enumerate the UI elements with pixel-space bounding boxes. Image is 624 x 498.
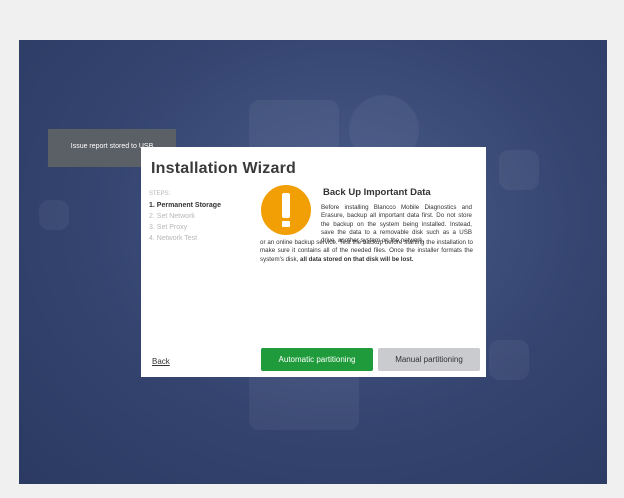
back-link[interactable]: Back bbox=[152, 357, 170, 366]
manual-partitioning-button[interactable]: Manual partitioning bbox=[378, 348, 480, 371]
wizard-title: Installation Wizard bbox=[151, 160, 297, 177]
automatic-partitioning-button[interactable]: Automatic partitioning bbox=[261, 348, 373, 371]
steps-heading: STEPS: bbox=[149, 191, 171, 197]
step-item-set-network: 2. Set Network bbox=[149, 213, 195, 220]
step-item-permanent-storage: 1. Permanent Storage bbox=[149, 202, 221, 209]
data-loss-warning: all data stored on that disk will be los… bbox=[300, 255, 414, 263]
section-heading: Back Up Important Data bbox=[323, 187, 431, 198]
warning-exclamation-icon bbox=[261, 185, 311, 235]
background-decoration bbox=[249, 370, 359, 430]
background-decoration bbox=[489, 340, 529, 380]
backup-instructions-bottom: or an online backup service. Test the ba… bbox=[260, 239, 473, 264]
background-decoration bbox=[499, 150, 539, 190]
step-item-set-proxy: 3. Set Proxy bbox=[149, 224, 188, 231]
step-item-network-test: 4. Network Test bbox=[149, 235, 198, 242]
steps-list: STEPS: 1. Permanent Storage 2. Set Netwo… bbox=[149, 189, 221, 244]
installation-wizard-dialog: Installation Wizard STEPS: 1. Permanent … bbox=[141, 147, 486, 377]
background-decoration bbox=[39, 200, 69, 230]
